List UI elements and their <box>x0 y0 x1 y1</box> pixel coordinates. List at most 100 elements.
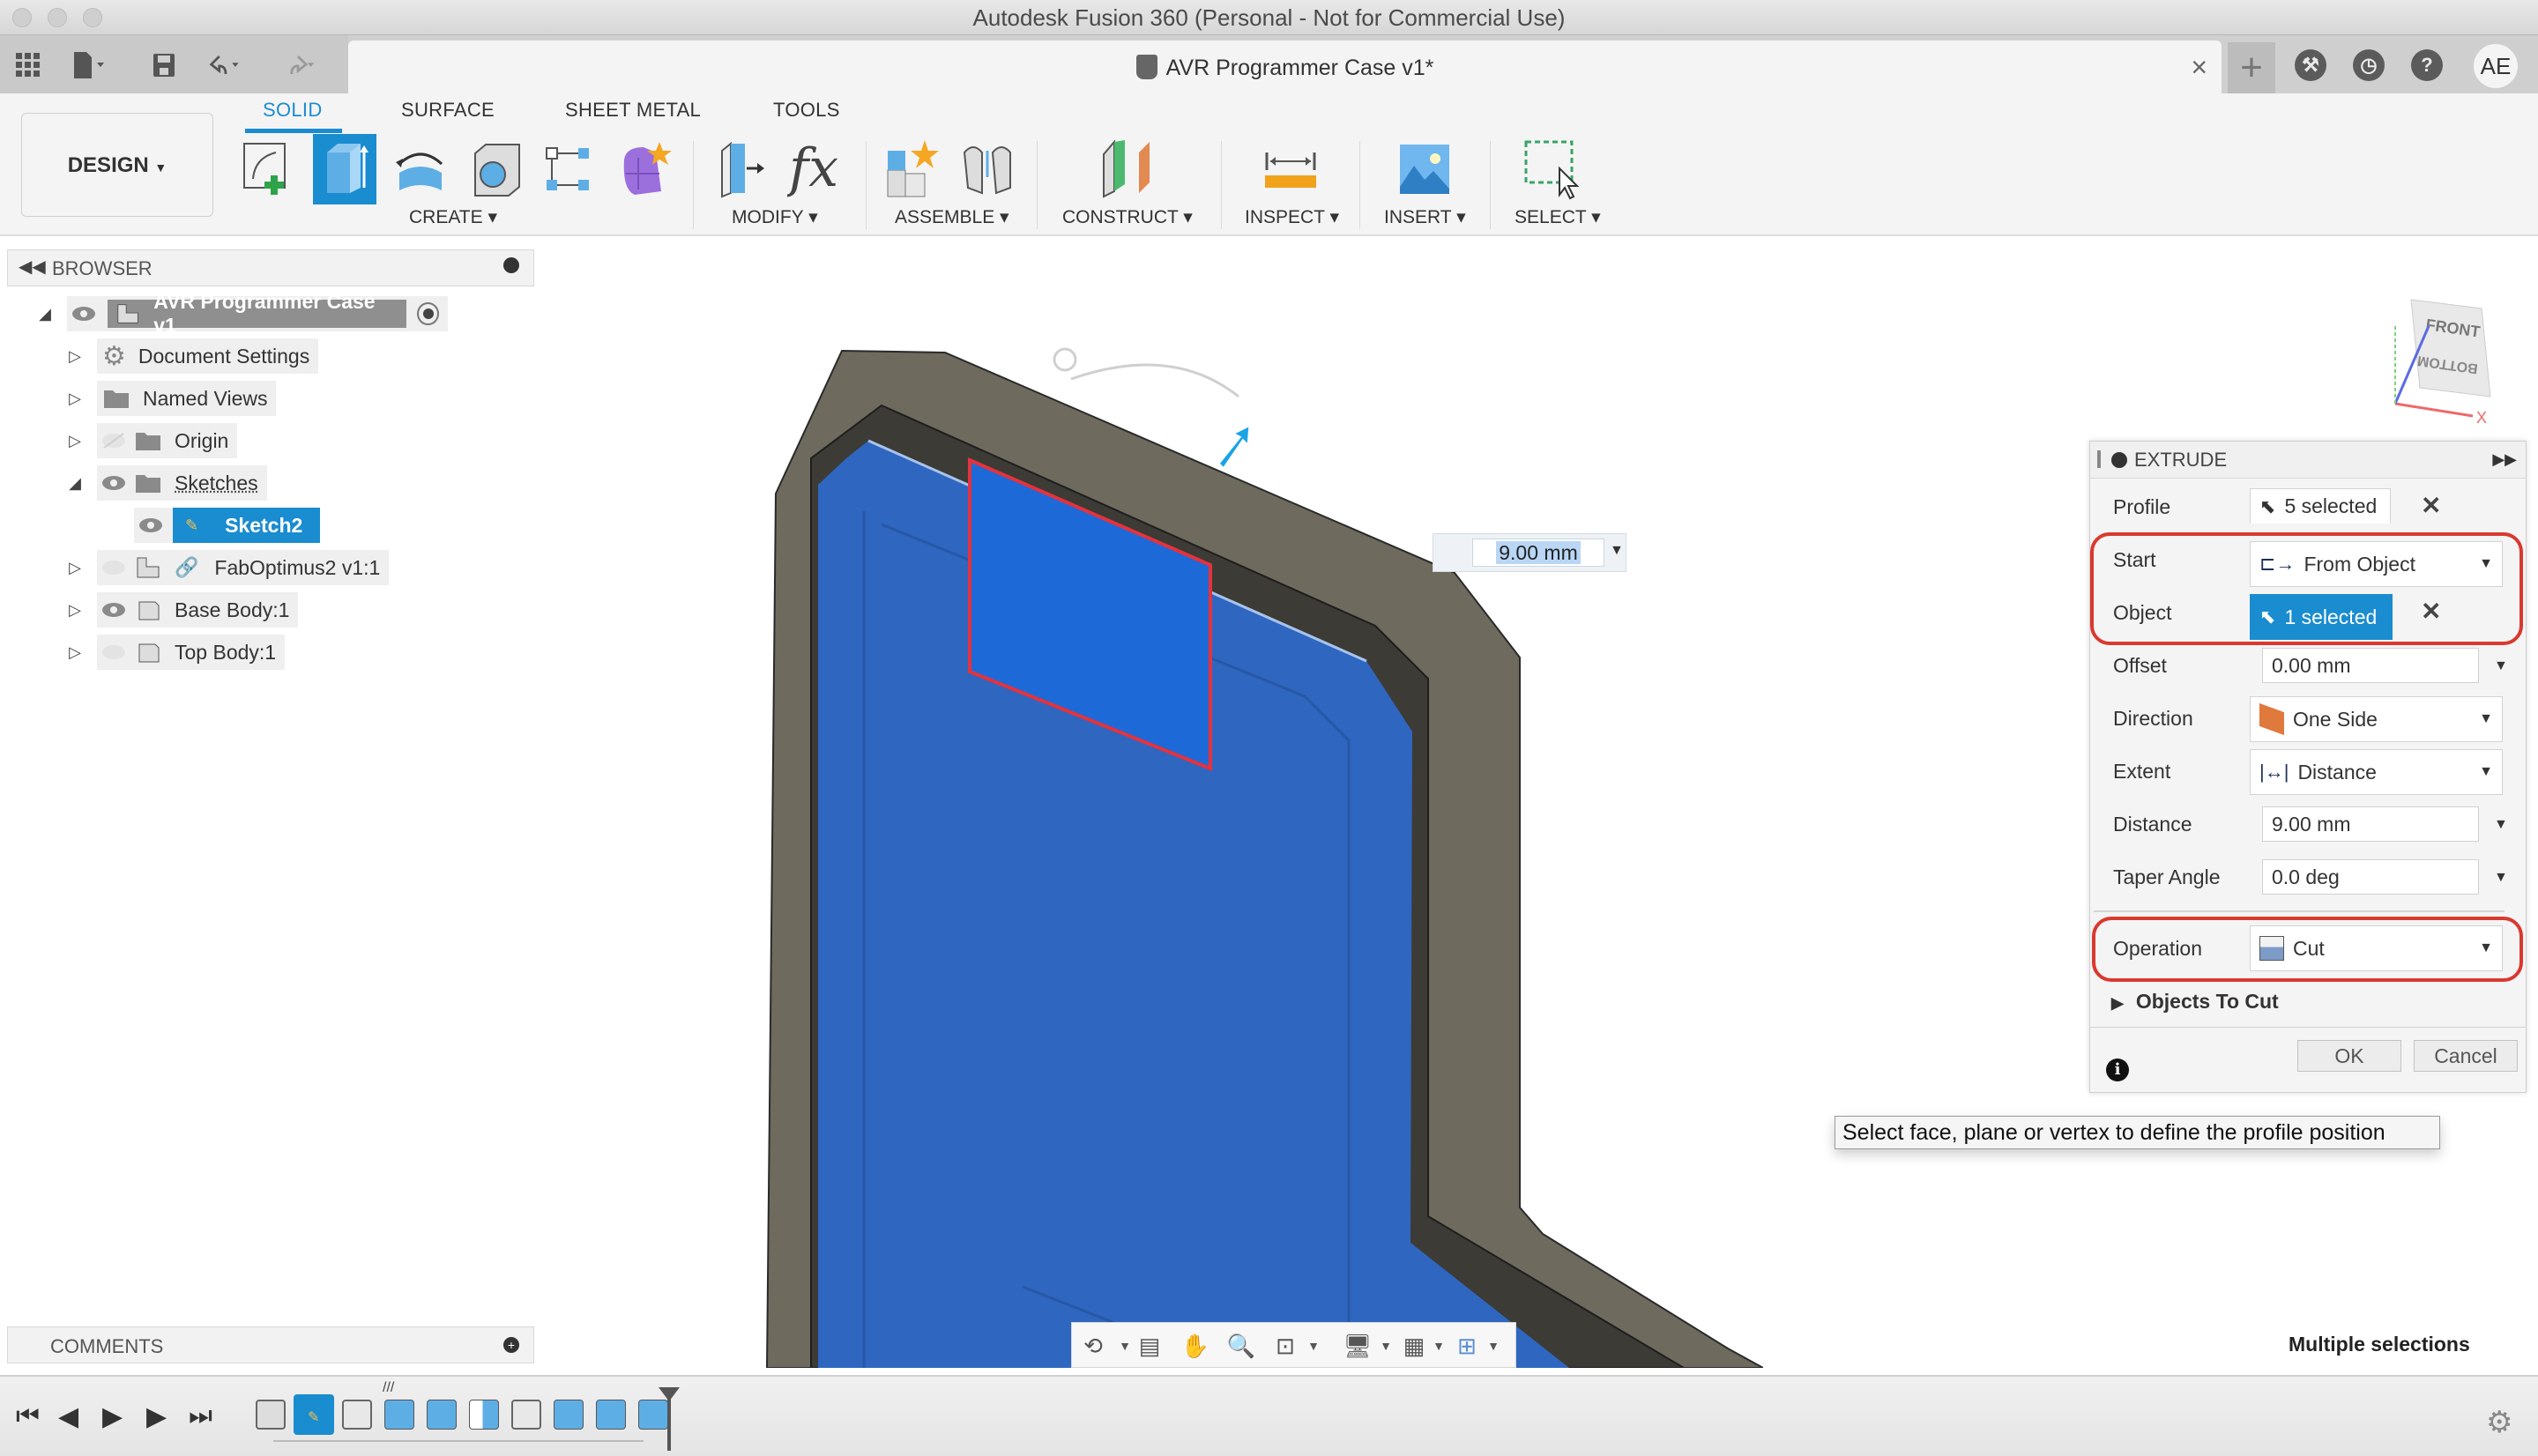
collapse-dialog-icon[interactable] <box>2111 452 2127 468</box>
expand-triangle-icon[interactable]: ▷ <box>65 601 85 620</box>
press-pull-tool[interactable] <box>710 134 773 204</box>
add-comment-icon[interactable]: + <box>503 1337 519 1353</box>
chevron-down-icon[interactable]: ▼ <box>1298 1331 1329 1361</box>
display-settings-icon[interactable]: 🖥 <box>1342 1331 1373 1361</box>
timeline-body-feature[interactable] <box>342 1400 372 1430</box>
pan-hand-icon[interactable]: ✋ <box>1180 1331 1211 1361</box>
visibility-hidden-icon[interactable] <box>100 643 127 661</box>
help-icon[interactable]: ? <box>2411 49 2443 81</box>
hole-tool[interactable] <box>465 134 528 204</box>
close-tab-icon[interactable]: × <box>2191 53 2207 81</box>
select-menu[interactable]: SELECT ▾ <box>1515 206 1601 228</box>
viewcube[interactable]: FRONT BOTTOM X <box>2376 273 2526 423</box>
measure-tool[interactable] <box>1259 134 1322 204</box>
file-menu-icon[interactable] <box>71 48 106 83</box>
tree-item-root[interactable]: ◢ AVR Programmer Case v1 <box>35 290 448 337</box>
timeline-extrude-feature[interactable] <box>427 1400 457 1430</box>
timeline-sketch-feature[interactable]: ✎ <box>294 1394 334 1435</box>
visibility-eye-icon[interactable] <box>138 516 164 534</box>
extrude-tool[interactable] <box>313 134 376 204</box>
tree-item-top-body[interactable]: ▷ Top Body:1 <box>35 635 448 670</box>
tab-solid[interactable]: SOLID <box>263 99 323 122</box>
visibility-hidden-icon[interactable] <box>100 559 127 576</box>
timeline-extrude-feature[interactable] <box>638 1400 668 1430</box>
insert-image-tool[interactable] <box>1393 134 1456 204</box>
chevron-down-icon[interactable]: ▼ <box>1423 1331 1455 1361</box>
start-dropdown[interactable]: ⊏→ From Object ▼ <box>2250 541 2503 587</box>
offset-input[interactable]: 0.00 mm <box>2262 648 2479 683</box>
tree-item-origin[interactable]: ▷ Origin <box>35 423 448 458</box>
browser-pin-icon[interactable] <box>503 257 519 273</box>
new-component-tool[interactable] <box>880 134 943 204</box>
modify-menu[interactable]: MODIFY ▾ <box>732 206 818 228</box>
tree-item-document-settings[interactable]: ▷ ⚙ Document Settings <box>35 338 448 374</box>
chevron-down-icon[interactable]: ▼ <box>1477 1331 1509 1361</box>
fit-window-icon[interactable]: ⊡ <box>1269 1331 1301 1361</box>
cancel-button[interactable]: Cancel <box>2414 1040 2518 1072</box>
tree-item-base-body[interactable]: ▷ Base Body:1 <box>35 592 448 628</box>
timeline-extrude-feature[interactable] <box>596 1400 626 1430</box>
tree-item-faboptimus[interactable]: ▷ 🔗 FabOptimus2 v1:1 <box>35 550 448 585</box>
chevron-down-icon[interactable]: ▼ <box>1610 543 1624 559</box>
timeline-playhead-marker[interactable] <box>659 1387 680 1401</box>
expand-triangle-icon[interactable]: ▷ <box>65 390 85 408</box>
extrude-direction-arrow[interactable] <box>1209 420 1255 471</box>
create-menu[interactable]: CREATE ▾ <box>409 206 497 228</box>
redo-icon[interactable] <box>280 48 316 83</box>
taper-options-chevron-icon[interactable]: ▼ <box>2494 870 2508 886</box>
insert-menu[interactable]: INSERT ▾ <box>1384 206 1466 228</box>
timeline-split-feature[interactable] <box>469 1400 499 1430</box>
extensions-wrench-icon[interactable]: ⚒ <box>2295 49 2326 81</box>
inspect-menu[interactable]: INSPECT ▾ <box>1245 206 1339 228</box>
timeline-extrude-feature[interactable] <box>554 1400 584 1430</box>
objects-to-cut-section[interactable]: ▶ Objects To Cut <box>2111 990 2279 1014</box>
expand-triangle-icon[interactable]: ▷ <box>65 643 85 662</box>
revolve-tool[interactable] <box>389 134 452 204</box>
orbit-icon[interactable]: ⟲ <box>1077 1331 1109 1361</box>
create-form-tool[interactable] <box>614 134 677 204</box>
expand-triangle-icon[interactable]: ▷ <box>65 432 85 450</box>
offset-plane-tool[interactable] <box>1098 134 1161 204</box>
visibility-eye-icon[interactable] <box>71 305 97 323</box>
step-forward-icon[interactable]: ▶ <box>146 1401 167 1432</box>
tab-sheet-metal[interactable]: SHEET METAL <box>565 99 701 122</box>
timeline-link-feature[interactable] <box>256 1400 286 1430</box>
pattern-tool[interactable] <box>538 134 601 204</box>
direction-dropdown[interactable]: One Side ▼ <box>2250 696 2503 742</box>
distance-input[interactable]: 9.00 mm <box>2262 806 2479 842</box>
info-icon[interactable]: i <box>2106 1059 2129 1081</box>
profile-selector[interactable]: ⬉ 5 selected <box>2250 488 2391 524</box>
timeline-settings-gear-icon[interactable]: ⚙ <box>2486 1405 2512 1440</box>
step-back-icon[interactable]: ◀ <box>58 1401 78 1432</box>
clear-object-button[interactable]: ✕ <box>2421 597 2441 626</box>
select-tool[interactable] <box>1520 134 1583 204</box>
visibility-hidden-icon[interactable] <box>100 432 127 449</box>
parameters-tool[interactable]: fx <box>786 134 850 204</box>
document-tab[interactable]: AVR Programmer Case v1* × <box>348 41 2222 95</box>
collapse-triangle-icon[interactable]: ◢ <box>65 474 85 493</box>
collapse-triangle-icon[interactable]: ◢ <box>35 305 55 323</box>
activate-component-radio[interactable] <box>417 302 439 325</box>
job-status-clock-icon[interactable]: ◷ <box>2353 49 2385 81</box>
tab-surface[interactable]: SURFACE <box>401 99 495 122</box>
extent-dropdown[interactable]: |↔| Distance ▼ <box>2250 749 2503 795</box>
go-to-start-icon[interactable]: ⏮ <box>16 1401 40 1431</box>
create-sketch-tool[interactable] <box>236 134 300 204</box>
app-grid-icon[interactable] <box>11 48 46 83</box>
taper-angle-input[interactable]: 0.0 deg <box>2262 859 2479 895</box>
clear-profile-button[interactable]: ✕ <box>2421 491 2441 520</box>
expand-dialog-icon[interactable]: ▶▶ <box>2492 450 2517 469</box>
3d-viewport-model[interactable] <box>758 326 1763 1368</box>
visibility-eye-icon[interactable] <box>100 474 127 492</box>
tree-item-sketches[interactable]: ◢ Sketches <box>35 465 448 501</box>
drag-handle[interactable] <box>2097 450 2101 468</box>
offset-options-chevron-icon[interactable]: ▼ <box>2494 658 2508 674</box>
workspace-switcher[interactable]: DESIGN ▼ <box>21 113 213 217</box>
object-selector[interactable]: ⬉ 1 selected <box>2250 594 2393 640</box>
expand-triangle-icon[interactable]: ▷ <box>65 559 85 577</box>
zoom-icon[interactable]: 🔍 <box>1225 1331 1257 1361</box>
construct-menu[interactable]: CONSTRUCT ▾ <box>1062 206 1193 228</box>
comments-panel-header[interactable]: COMMENTS + <box>7 1326 534 1363</box>
collapse-browser-icon[interactable]: ◀◀ <box>19 256 46 278</box>
undo-icon[interactable] <box>208 48 243 83</box>
